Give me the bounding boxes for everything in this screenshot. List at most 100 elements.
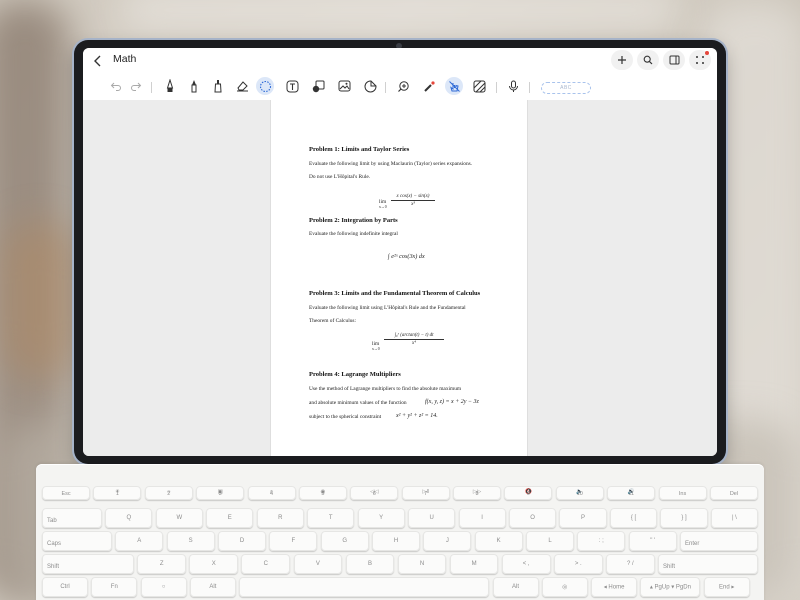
letter-key[interactable]: Q: [105, 508, 153, 528]
letter-key[interactable]: X: [189, 554, 239, 574]
modifier-key[interactable]: Ctrl: [42, 577, 88, 597]
text-tool[interactable]: [283, 77, 301, 95]
lasso-tool[interactable]: [256, 77, 274, 95]
fn-key[interactable]: Esc: [42, 486, 91, 500]
fn-key[interactable]: 🔇 9: [504, 486, 553, 500]
image-tool[interactable]: [335, 77, 353, 95]
letter-key[interactable]: H: [371, 531, 420, 551]
letter-key[interactable]: Y: [357, 508, 405, 528]
back-button[interactable]: [89, 52, 107, 70]
key-label: Alt: [209, 584, 217, 590]
modifier-key[interactable]: ◎: [541, 577, 588, 597]
split-view-button[interactable]: [663, 50, 685, 70]
letter-key[interactable]: B: [345, 554, 395, 574]
document-canvas[interactable]: Problem 1: Limits and Taylor Series Eval…: [83, 100, 717, 456]
key-label: Esc: [61, 491, 71, 497]
letter-key[interactable]: S: [166, 531, 215, 551]
fn-key[interactable]: Del: [709, 486, 758, 500]
letter-key[interactable]: G: [320, 531, 369, 551]
letter-key[interactable]: < ,: [501, 554, 551, 574]
sticker-tool[interactable]: [361, 77, 379, 95]
fn-key[interactable]: ▷‖ 7: [401, 486, 450, 500]
letter-key[interactable]: | \: [710, 508, 758, 528]
modifier-key[interactable]: ○: [140, 577, 187, 597]
letter-key[interactable]: D: [217, 531, 266, 551]
toolbar-divider: [496, 82, 497, 93]
letter-key[interactable]: { [: [609, 508, 658, 528]
letter-key[interactable]: U: [408, 508, 456, 528]
key-label: Ins: [678, 491, 687, 497]
problem-text: Do not use L'Hôpital's Rule.: [309, 174, 371, 180]
highlighter-tool[interactable]: [209, 77, 227, 95]
letter-key[interactable]: I: [458, 508, 506, 528]
letter-key[interactable]: } ]: [660, 508, 708, 528]
fn-key[interactable]: ⌕ 4: [247, 486, 296, 500]
letter-key[interactable]: " ': [628, 531, 677, 551]
fn-key[interactable]: ◉ 5: [298, 486, 347, 500]
letter-key[interactable]: W: [155, 508, 203, 528]
letter-key[interactable]: > .: [553, 554, 603, 574]
limit-subscript: x→0: [379, 205, 387, 209]
modifier-key[interactable]: Fn: [91, 577, 138, 597]
search-button[interactable]: [637, 50, 659, 70]
letter-key[interactable]: V: [293, 554, 343, 574]
letter-key[interactable]: : ;: [577, 531, 626, 551]
fn-key[interactable]: ☀ 1: [93, 486, 142, 500]
background-template-tool[interactable]: [470, 77, 488, 95]
more-button[interactable]: [689, 50, 711, 70]
fn-key[interactable]: Ins: [658, 486, 707, 500]
key-label: 4: [270, 491, 274, 497]
letter-key[interactable]: K: [474, 531, 523, 551]
voice-recording-button[interactable]: [504, 77, 522, 95]
letter-key[interactable]: F: [269, 531, 318, 551]
letter-key[interactable]: M: [449, 554, 499, 574]
letter-key[interactable]: E: [206, 508, 254, 528]
finger-draw-off-icon: [448, 80, 460, 92]
eraser-icon: [236, 81, 248, 92]
pencil-tool[interactable]: [185, 77, 203, 95]
zoom-tool[interactable]: [394, 77, 412, 95]
touch-draw-toggle[interactable]: [445, 77, 463, 95]
modifier-key[interactable]: Enter: [680, 531, 758, 551]
fn-key[interactable]: ☼ 2: [144, 486, 193, 500]
modifier-key[interactable]: Alt: [189, 577, 236, 597]
modifier-key[interactable]: Caps: [42, 531, 112, 551]
letter-key[interactable]: O: [508, 508, 557, 528]
add-button[interactable]: [611, 50, 633, 70]
space-bar[interactable]: [239, 577, 490, 597]
top-actions: [611, 50, 711, 70]
modifier-key[interactable]: Tab: [42, 508, 102, 528]
modifier-key[interactable]: Shift: [658, 554, 758, 574]
letter-key[interactable]: L: [525, 531, 575, 551]
fn-key[interactable]: 🔊 11: [607, 486, 656, 500]
tablet-device: Math ABC Problem 1: Limits and Taylor Se…: [74, 40, 726, 464]
letter-key[interactable]: J: [423, 531, 472, 551]
shape-tool[interactable]: [309, 77, 327, 95]
letter-key[interactable]: R: [256, 508, 304, 528]
letter-key[interactable]: Z: [137, 554, 187, 574]
letter-key[interactable]: T: [307, 508, 355, 528]
undo-button[interactable]: [107, 77, 125, 95]
laser-pointer-tool[interactable]: [420, 77, 438, 95]
letter-key[interactable]: N: [397, 554, 447, 574]
fn-key[interactable]: 🔈 10: [555, 486, 604, 500]
modifier-key[interactable]: Shift: [42, 554, 134, 574]
modifier-key[interactable]: Alt: [492, 577, 539, 597]
fn-key[interactable]: ▣ 3: [196, 486, 245, 500]
redo-button[interactable]: [127, 77, 145, 95]
key-label: L: [548, 538, 552, 544]
pen-tool[interactable]: [161, 77, 179, 95]
handwriting-to-text-button[interactable]: ABC: [541, 82, 591, 94]
eraser-tool[interactable]: [233, 77, 251, 95]
letter-key[interactable]: P: [559, 508, 607, 528]
modifier-key[interactable]: ◂ Home: [591, 577, 638, 597]
fn-key[interactable]: ◁◁ 6: [350, 486, 399, 500]
letter-key[interactable]: A: [115, 531, 164, 551]
fn-key[interactable]: ▷▷ 8: [453, 486, 502, 500]
document-page[interactable]: Problem 1: Limits and Taylor Series Eval…: [270, 100, 528, 456]
modifier-key[interactable]: End ▸: [703, 577, 750, 597]
letter-key[interactable]: C: [241, 554, 291, 574]
key-label: N: [419, 561, 425, 567]
modifier-key[interactable]: ▴ PgUp ▾ PgDn: [640, 577, 701, 597]
letter-key[interactable]: ? /: [605, 554, 655, 574]
